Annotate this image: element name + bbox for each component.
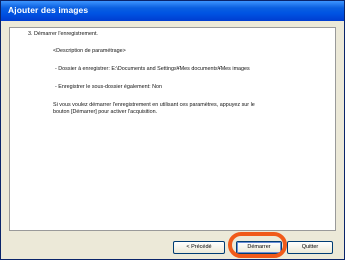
instruction-line-2: bouton [Démarrer] pour activer l'acquisi… [53,109,158,115]
start-button[interactable]: Démarrer [236,241,282,254]
subfolder-setting: - Enregistrer le sous-dossier également:… [55,84,162,90]
content-panel [9,27,336,231]
window-title: Ajouter des images [8,5,89,15]
previous-button[interactable]: < Précédé [173,241,225,254]
wizard-window: Ajouter des images 3. Démarrer l'enregis… [0,0,345,260]
quit-button[interactable]: Quitter [287,241,333,254]
instruction-line-1: Si vous voulez démarrer l'enregistrement… [53,102,255,108]
step-heading: 3. Démarrer l'enregistrement. [28,31,98,37]
title-bar: Ajouter des images [1,1,344,21]
description-header: <Description de paramétrage> [53,48,126,54]
folder-setting: - Dossier à enregistrer: E:\Documents an… [55,66,250,72]
